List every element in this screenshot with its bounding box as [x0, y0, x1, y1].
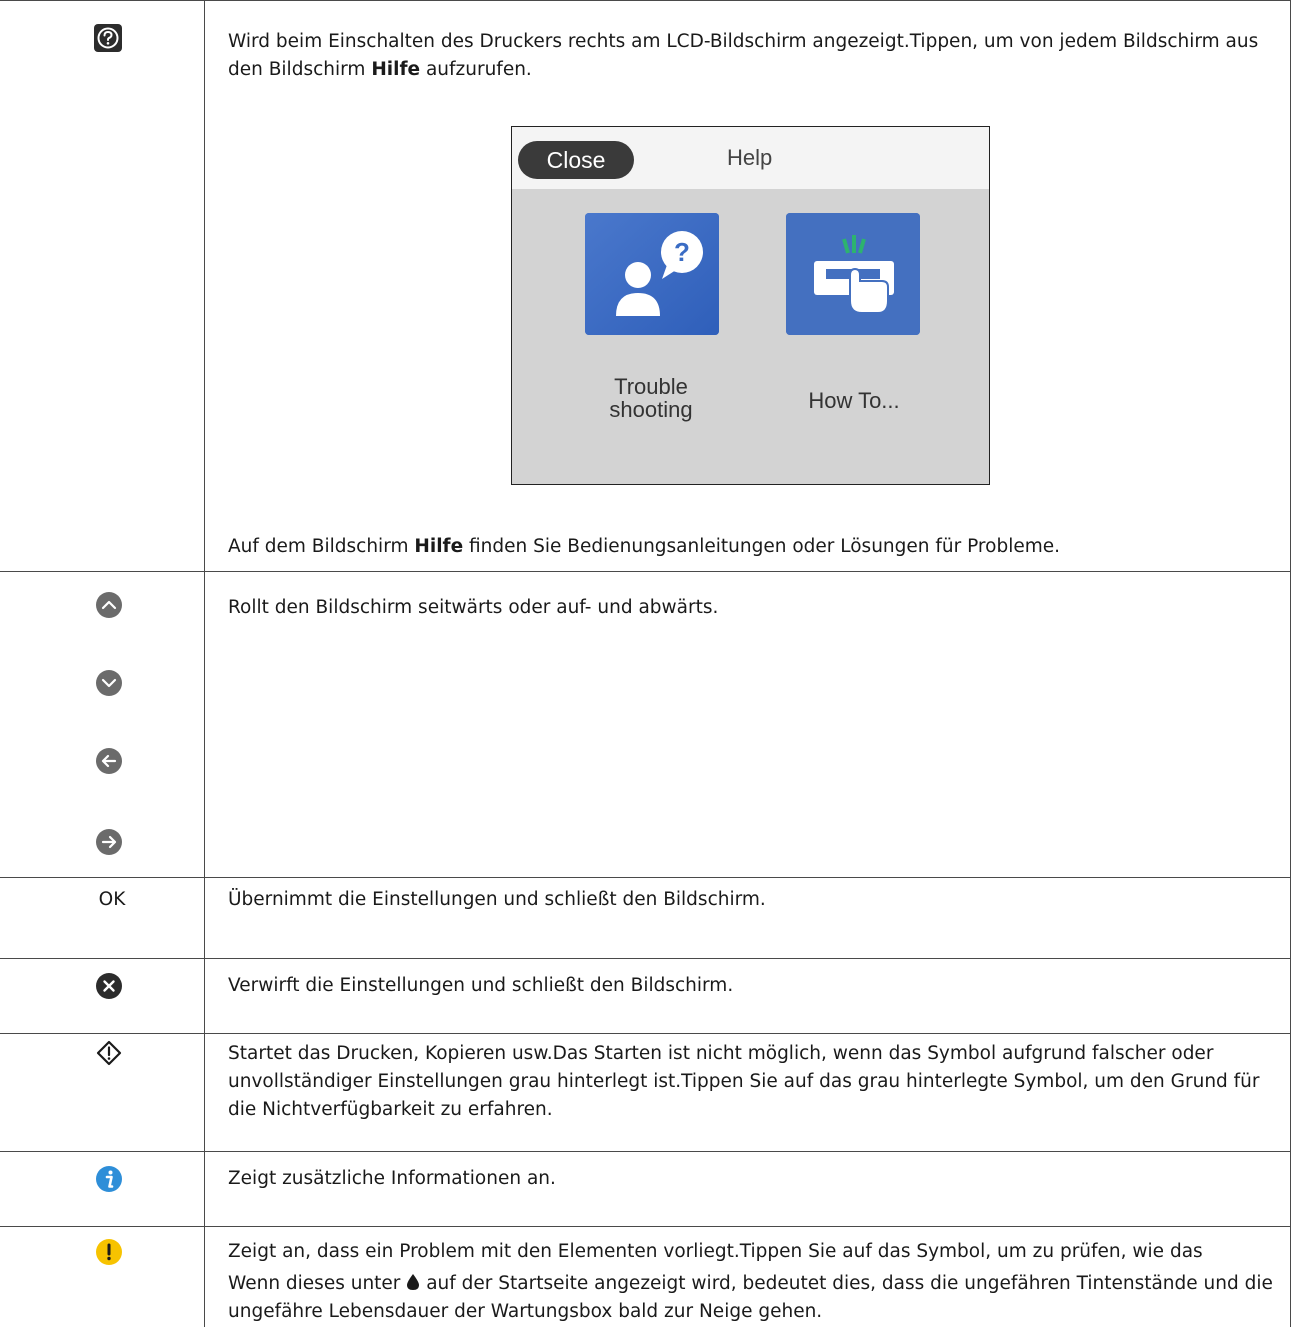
close-button[interactable]: Close [518, 141, 634, 179]
info-row-description: Zeigt zusätzliche Informationen an. [228, 1168, 556, 1189]
table-border-top [0, 0, 1291, 1]
row-divider [0, 958, 1291, 959]
arrow-up-icon [95, 591, 123, 623]
close-circle-icon [95, 972, 123, 1004]
svg-text:?: ? [674, 237, 690, 267]
help-icon-table: Wird beim Einschalten des Druckers recht… [0, 0, 1291, 1327]
ok-row-description: Übernimmt die Einstellungen und schließt… [228, 889, 766, 910]
arrow-right-icon [95, 828, 123, 860]
column-divider [204, 0, 205, 1327]
cancel-row-description: Verwirft die Einstellungen und schließt … [228, 975, 734, 996]
warning-icon [95, 1238, 123, 1270]
troubleshooting-label: Trouble shooting [609, 374, 693, 422]
row-divider [0, 1226, 1291, 1227]
row-divider [0, 1033, 1291, 1034]
troubleshooting-icon: ? [585, 213, 719, 335]
help-row-description: Wird beim Einschalten des Druckers recht… [228, 31, 1259, 80]
warning-ink-note: Wenn dieses unter auf der Startseite ang… [228, 1270, 1278, 1326]
info-icon [95, 1165, 123, 1197]
help-row-footer: Auf dem Bildschirm Hilfe finden Sie Bedi… [228, 536, 1061, 557]
scroll-row-description: Rollt den Bildschirm seitwärts oder auf-… [228, 597, 719, 618]
start-diamond-icon [96, 1040, 122, 1070]
how-to-tile[interactable] [786, 213, 920, 335]
lcd-help-screen: Close Help ? Trouble shooting How To... [511, 126, 990, 485]
row-divider [0, 571, 1291, 572]
lcd-title: Help [727, 145, 773, 170]
arrow-down-icon [95, 669, 123, 701]
how-to-icon [786, 213, 920, 335]
how-to-label: How To... [808, 388, 900, 413]
arrow-left-icon [95, 747, 123, 779]
row-divider [0, 1151, 1291, 1152]
lcd-header: Close Help [512, 127, 989, 189]
ok-label: OK [98, 889, 126, 910]
row-divider [0, 877, 1291, 878]
troubleshooting-tile[interactable]: ? [585, 213, 719, 335]
ink-drop-icon [407, 1274, 420, 1290]
help-circle-icon [94, 24, 122, 56]
start-row-description: Startet das Drucken, Kopieren usw.Das St… [228, 1043, 1260, 1120]
